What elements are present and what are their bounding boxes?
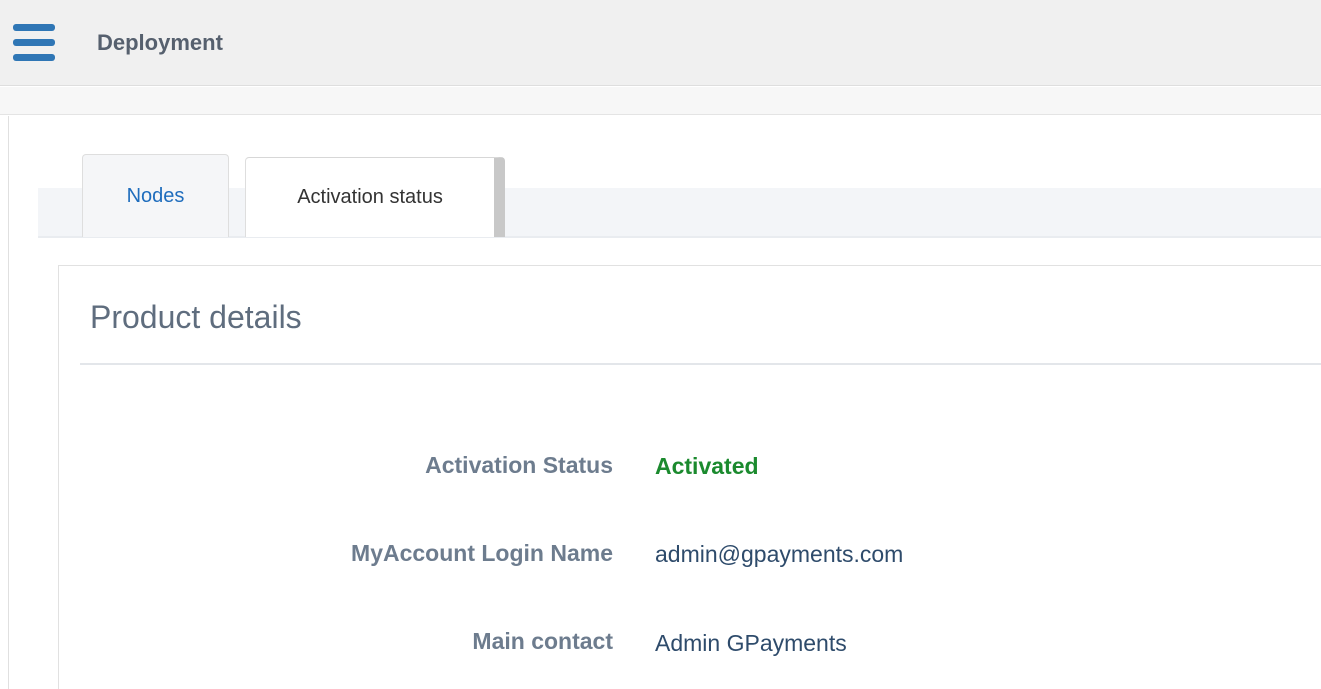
page-title: Deployment	[97, 30, 223, 55]
hamburger-menu-icon[interactable]	[13, 24, 55, 62]
panel-title: Product details	[90, 299, 302, 335]
main-contact-label: Main contact	[472, 628, 613, 654]
activation-status-label: Activation Status	[425, 452, 613, 478]
panel-divider	[80, 363, 1321, 365]
main-contact-value: Admin GPayments	[655, 630, 847, 656]
login-name-label: MyAccount Login Name	[351, 540, 613, 566]
tab-strip	[38, 188, 1321, 238]
header-subband	[0, 87, 1321, 115]
login-name-value: admin@gpayments.com	[655, 541, 904, 567]
activation-status-value: Activated	[655, 453, 759, 479]
tab-nodes[interactable]: Nodes	[82, 154, 229, 237]
top-header: Deployment	[0, 0, 1321, 86]
tab-activation-status[interactable]: Activation status	[245, 157, 505, 237]
